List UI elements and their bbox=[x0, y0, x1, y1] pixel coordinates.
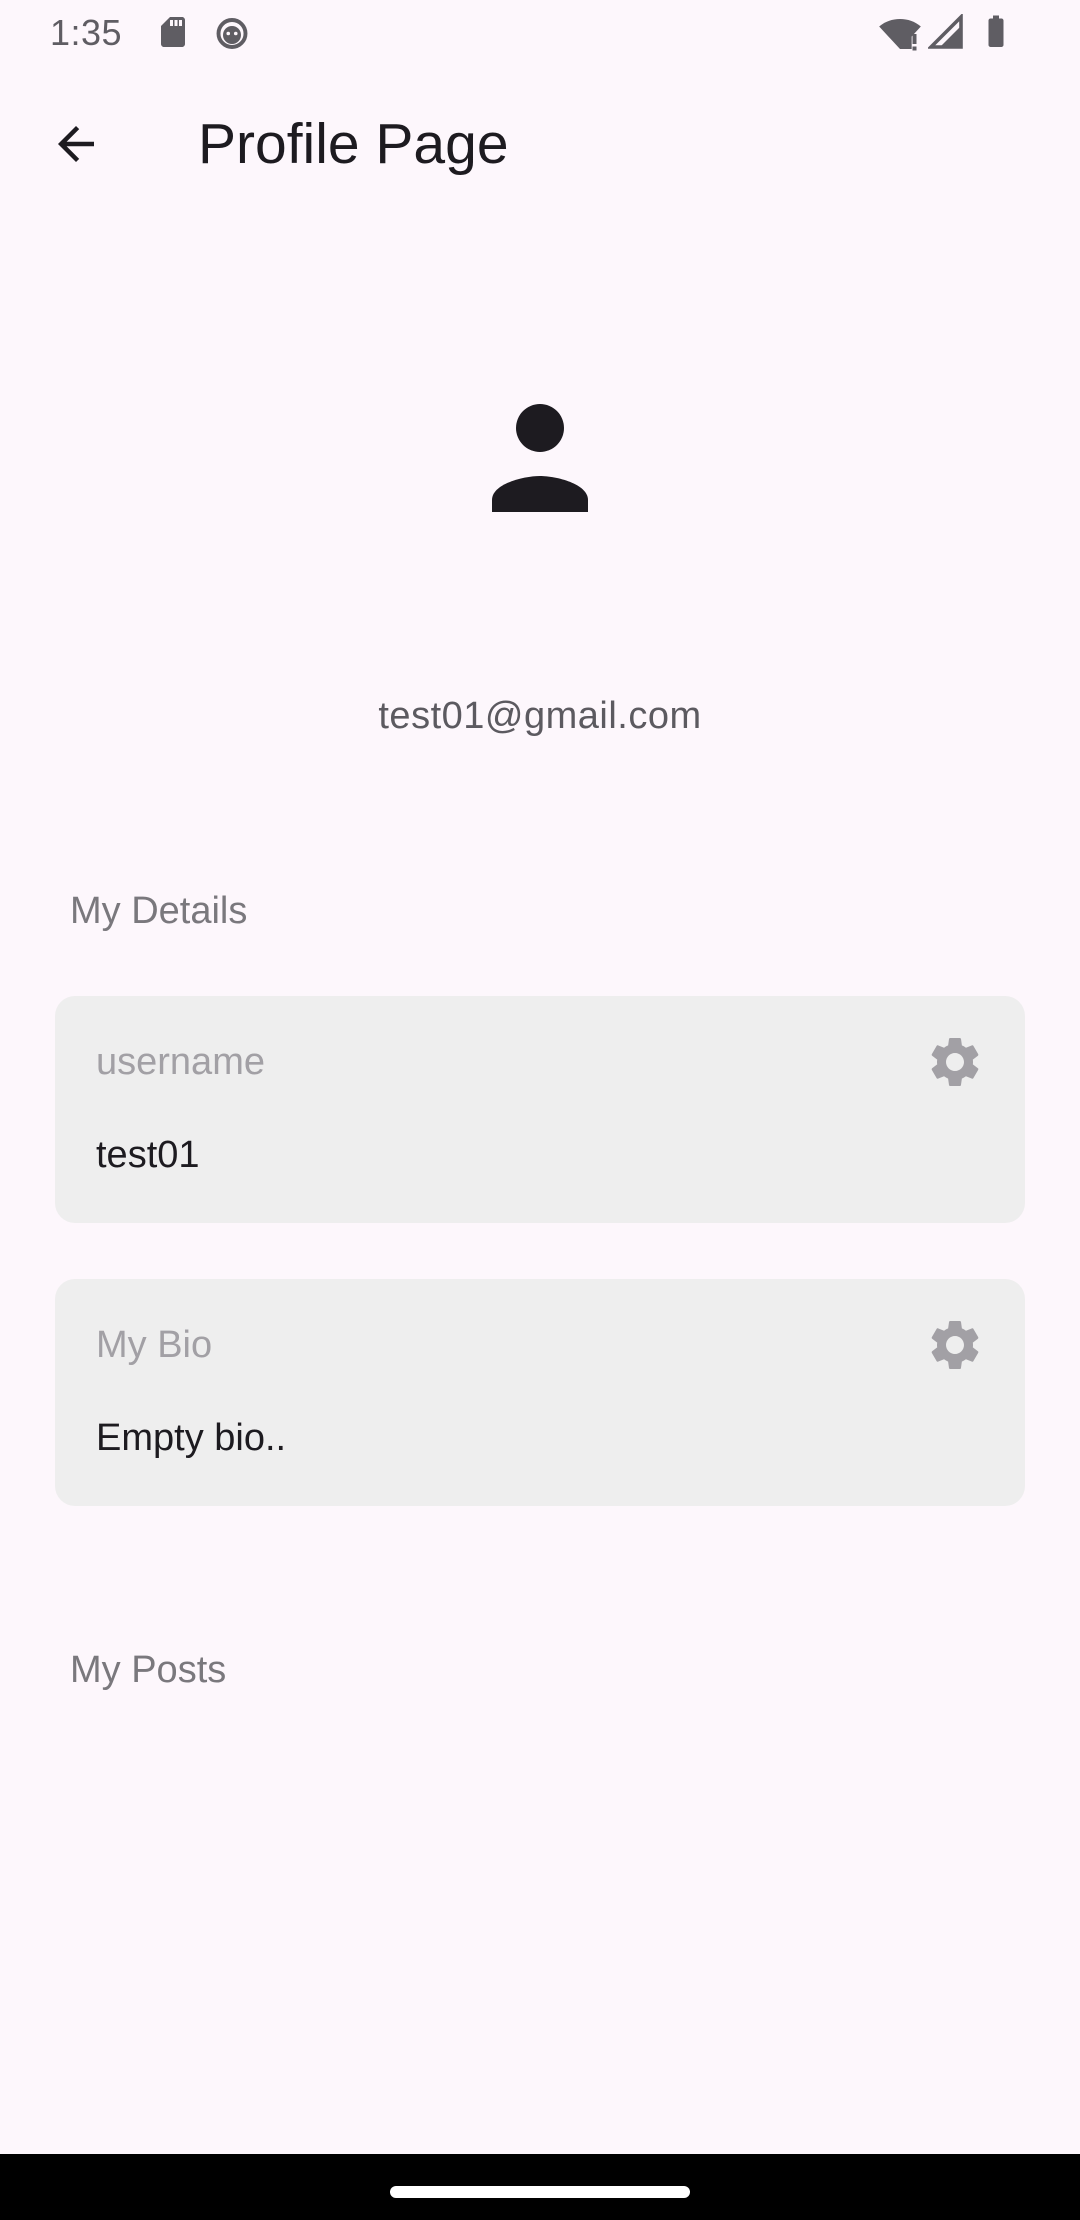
android-debug-icon bbox=[216, 18, 248, 49]
app-bar: Profile Page bbox=[0, 66, 1080, 218]
edit-username-gear-icon[interactable] bbox=[925, 1032, 985, 1092]
bio-value: Empty bio.. bbox=[96, 1417, 287, 1459]
edit-bio-gear-icon[interactable] bbox=[925, 1315, 985, 1375]
username-label: username bbox=[96, 1041, 265, 1083]
bio-card: My Bio Empty bio.. bbox=[55, 1279, 1025, 1506]
home-gesture-handle[interactable] bbox=[390, 2186, 690, 2198]
arrow-back-icon bbox=[58, 126, 94, 162]
back-button[interactable] bbox=[38, 106, 114, 182]
my-details-label: My Details bbox=[70, 890, 248, 932]
my-posts-label: My Posts bbox=[70, 1649, 227, 1691]
battery-icon bbox=[988, 15, 1004, 47]
status-time: 1:35 bbox=[50, 12, 123, 53]
wifi-alert-icon bbox=[879, 19, 921, 51]
status-bar: 1:35 bbox=[0, 0, 1080, 66]
username-card: username test01 bbox=[55, 996, 1025, 1223]
page-title: Profile Page bbox=[198, 112, 509, 176]
person-icon bbox=[492, 404, 588, 512]
sd-card-icon bbox=[161, 17, 185, 47]
signal-icon bbox=[928, 14, 963, 49]
username-value: test01 bbox=[96, 1134, 200, 1176]
profile-email: test01@gmail.com bbox=[378, 695, 702, 737]
bio-label: My Bio bbox=[96, 1324, 213, 1366]
system-nav-bar bbox=[0, 2154, 1080, 2220]
profile-screen: 1:35 Profile Page test01@gmail.com My De… bbox=[0, 0, 1080, 2220]
